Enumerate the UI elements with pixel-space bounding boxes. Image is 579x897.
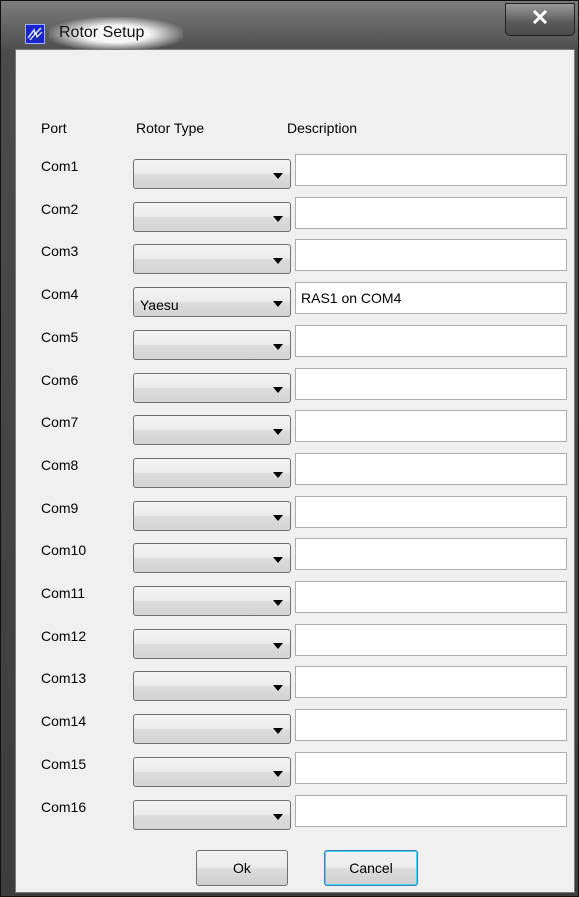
chevron-down-icon (273, 429, 283, 436)
port-label: Com1 (41, 158, 79, 174)
window-title: Rotor Setup (59, 24, 145, 41)
description-field[interactable] (295, 538, 567, 571)
port-row: Com13 (16, 666, 576, 702)
close-button[interactable] (505, 3, 575, 36)
rotor-type-dropdown[interactable] (133, 159, 291, 189)
chevron-down-icon (273, 813, 283, 820)
description-field[interactable] (295, 666, 567, 699)
rotor-type-dropdown[interactable] (133, 457, 291, 488)
port-label: Com5 (41, 328, 79, 345)
description-field[interactable] (295, 452, 567, 485)
port-row: Com1 (16, 154, 576, 190)
port-label: Com8 (41, 456, 79, 473)
chevron-down-icon (273, 642, 283, 649)
rotor-type-value: Yaesu (140, 297, 179, 314)
ok-button[interactable]: Ok (196, 850, 288, 886)
rotor-type-dropdown[interactable] (133, 500, 291, 531)
description-field[interactable] (295, 282, 567, 315)
chevron-down-icon (273, 386, 283, 393)
rotor-type-dropdown[interactable] (133, 329, 291, 360)
port-label: Com12 (41, 627, 87, 644)
port-label: Com6 (41, 371, 79, 388)
description-field[interactable] (295, 367, 567, 400)
port-label: Com16 (41, 798, 87, 815)
chevron-down-icon (273, 685, 283, 692)
port-column-header: Port (41, 120, 67, 136)
port-row: Com9 (16, 495, 576, 532)
port-row: Com3 (16, 239, 576, 275)
port-label: Com3 (41, 243, 79, 260)
description-field[interactable] (295, 324, 567, 357)
rotor-type-dropdown[interactable]: Yaesu (133, 287, 291, 318)
app-icon (25, 24, 45, 44)
close-icon (532, 9, 548, 29)
cancel-button[interactable]: Cancel (324, 850, 418, 886)
rotor-type-dropdown[interactable] (133, 415, 291, 446)
port-label: Com15 (41, 755, 87, 772)
description-field[interactable] (295, 751, 567, 784)
port-label: Com10 (41, 542, 87, 559)
rotor-type-dropdown[interactable] (133, 756, 291, 787)
rotor-type-column-header: Rotor Type (136, 120, 205, 136)
description-field[interactable] (295, 709, 567, 742)
description-field[interactable] (295, 196, 567, 229)
description-field[interactable] (295, 410, 567, 443)
port-row: Com7 (16, 410, 576, 446)
chevron-down-icon (273, 173, 283, 179)
rotor-type-dropdown[interactable] (133, 244, 291, 275)
chevron-down-icon (273, 215, 283, 222)
chevron-down-icon (273, 343, 283, 350)
chevron-down-icon (273, 557, 283, 564)
chevron-down-icon (273, 301, 283, 308)
rotor-type-dropdown[interactable] (133, 372, 291, 403)
chevron-down-icon (273, 728, 283, 735)
rotor-type-dropdown[interactable] (133, 671, 291, 702)
rotor-type-dropdown[interactable] (133, 543, 291, 574)
port-row: Com16 (16, 794, 576, 831)
rotor-type-dropdown[interactable] (133, 714, 291, 745)
rotor-setup-window: Rotor Setup Port Rotor Type Description … (0, 0, 579, 897)
rotor-type-dropdown[interactable] (133, 799, 291, 830)
description-field[interactable] (295, 154, 567, 186)
port-label: Com4 (41, 286, 79, 303)
chevron-down-icon (273, 770, 283, 777)
rotor-type-dropdown[interactable] (133, 586, 291, 616)
description-column-header: Description (287, 120, 358, 136)
port-row: Com2 (16, 196, 576, 233)
port-label: Com2 (41, 200, 79, 217)
port-row: Com15 (16, 751, 576, 788)
rotor-type-dropdown[interactable] (133, 628, 291, 659)
port-label: Com7 (41, 414, 79, 431)
port-label: Com11 (41, 585, 86, 601)
port-row: Com10 (16, 538, 576, 574)
port-row: Com4 Yaesu (16, 282, 576, 318)
chevron-down-icon (273, 258, 283, 265)
description-field[interactable] (295, 581, 567, 613)
port-row: Com8 (16, 452, 576, 489)
chevron-down-icon (273, 514, 283, 521)
port-row: Com14 (16, 709, 576, 745)
port-row: Com12 (16, 623, 576, 660)
chevron-down-icon (273, 471, 283, 478)
port-row: Com11 (16, 581, 576, 617)
description-field[interactable] (295, 794, 567, 827)
chevron-down-icon (273, 600, 283, 606)
port-row: Com5 (16, 324, 576, 361)
rotor-type-dropdown[interactable] (133, 201, 291, 232)
port-label: Com14 (41, 713, 87, 730)
description-field[interactable] (295, 495, 567, 528)
dialog-client-area: Port Rotor Type Description Com1 Com2 Com3… (15, 49, 575, 893)
port-label: Com9 (41, 499, 79, 516)
port-label: Com13 (41, 670, 87, 687)
description-field[interactable] (295, 239, 567, 272)
title-bar[interactable]: Rotor Setup (1, 1, 578, 51)
port-row: Com6 (16, 367, 576, 404)
description-field[interactable] (295, 623, 567, 656)
